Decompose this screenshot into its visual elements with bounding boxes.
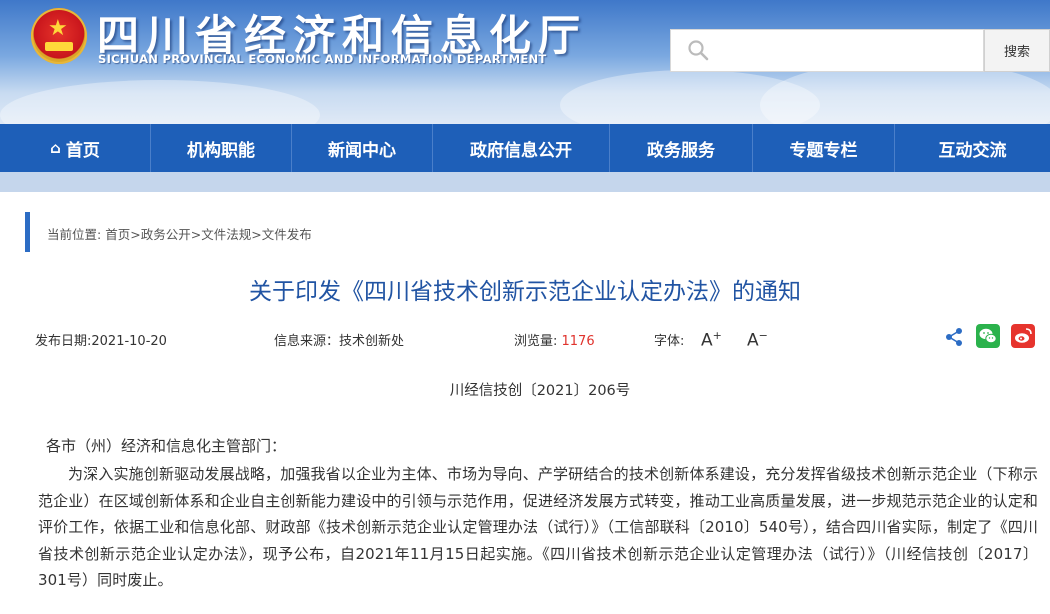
breadcrumb-home[interactable]: 首页: [105, 227, 130, 242]
wechat-icon[interactable]: [976, 324, 1000, 348]
font-decrease-button[interactable]: A−: [747, 329, 768, 351]
nav-item-label: 政府信息公开: [470, 140, 572, 161]
breadcrumb-separator: >: [190, 227, 202, 242]
view-count: 浏览量: 1176: [514, 330, 595, 349]
nav-item-label: 机构职能: [187, 140, 255, 161]
nav-item-services[interactable]: 政务服务: [610, 124, 753, 172]
nav-item-label: 政务服务: [647, 140, 715, 161]
nav-item-organization[interactable]: 机构职能: [151, 124, 292, 172]
nav-item-gov-info[interactable]: 政府信息公开: [433, 124, 610, 172]
document-number: 川经信技创〔2021〕206号: [449, 383, 631, 399]
site-header: ★ 四川省经济和信息化厅 SICHUAN PROVINCIAL ECONOMIC…: [0, 0, 1050, 124]
breadcrumb-prefix: 当前位置:: [47, 227, 106, 242]
nav-item-home[interactable]: ⌂ 首页: [0, 124, 151, 172]
breadcrumb-separator: >: [251, 227, 262, 242]
nav-item-label: 首页: [65, 140, 100, 161]
breadcrumb-regulations[interactable]: 文件法规: [201, 227, 251, 242]
main-nav: ⌂ 首页 机构职能 新闻中心 政府信息公开 政务服务 专题专栏 互动交流: [0, 124, 1050, 172]
nav-item-interaction[interactable]: 互动交流: [895, 124, 1050, 172]
breadcrumb: 当前位置: 首页>政务公开>文件法规>文件发布: [47, 224, 312, 243]
font-decrease-label: A: [747, 330, 759, 351]
salutation: 各市（州）经济和信息化主管部门：: [46, 437, 287, 455]
article-body-paragraph: 为深入实施创新驱动发展战略，加强我省以企业为主体、市场为导向、产学研结合的技术创…: [38, 465, 1038, 589]
nav-item-topics[interactable]: 专题专栏: [753, 124, 895, 172]
home-icon: ⌂: [50, 139, 61, 157]
search-box[interactable]: [670, 29, 984, 72]
publish-date-label: 发布日期:: [35, 334, 92, 349]
info-source-label: 信息来源：: [274, 334, 340, 349]
font-increase-label: A: [701, 330, 713, 351]
nav-item-news[interactable]: 新闻中心: [292, 124, 433, 172]
font-increase-button[interactable]: A+: [701, 329, 722, 351]
nav-sub-bar: [0, 172, 1050, 192]
view-count-label: 浏览量:: [514, 334, 562, 349]
font-size-label: 字体:: [654, 334, 685, 349]
breadcrumb-gov-open[interactable]: 政务公开: [141, 227, 191, 242]
breadcrumb-publications[interactable]: 文件发布: [262, 227, 312, 242]
share-icon[interactable]: [944, 327, 964, 347]
view-count-value: 1176: [561, 334, 595, 349]
article-title: 关于印发《四川省技术创新示范企业认定办法》的通知: [249, 279, 801, 305]
search-icon: [688, 40, 709, 61]
weibo-icon[interactable]: [1011, 324, 1035, 348]
site-subtitle: SICHUAN PROVINCIAL ECONOMIC AND INFORMAT…: [98, 52, 547, 66]
nav-item-label: 专题专栏: [789, 140, 858, 161]
publish-date-value: 2021-10-20: [91, 334, 167, 349]
info-source: 信息来源：技术创新处: [274, 330, 404, 349]
nav-item-label: 互动交流: [938, 140, 1007, 161]
breadcrumb-separator: >: [130, 227, 141, 242]
info-source-value: 技术创新处: [339, 334, 405, 349]
nav-item-label: 新闻中心: [328, 140, 396, 161]
search-button[interactable]: 搜索: [984, 29, 1050, 72]
search-input[interactable]: [719, 36, 981, 68]
breadcrumb-accent: [25, 212, 30, 252]
publish-date: 发布日期:2021-10-20: [35, 330, 167, 349]
header-cloud-decoration: [0, 80, 320, 124]
national-emblem-icon[interactable]: ★: [31, 8, 87, 64]
